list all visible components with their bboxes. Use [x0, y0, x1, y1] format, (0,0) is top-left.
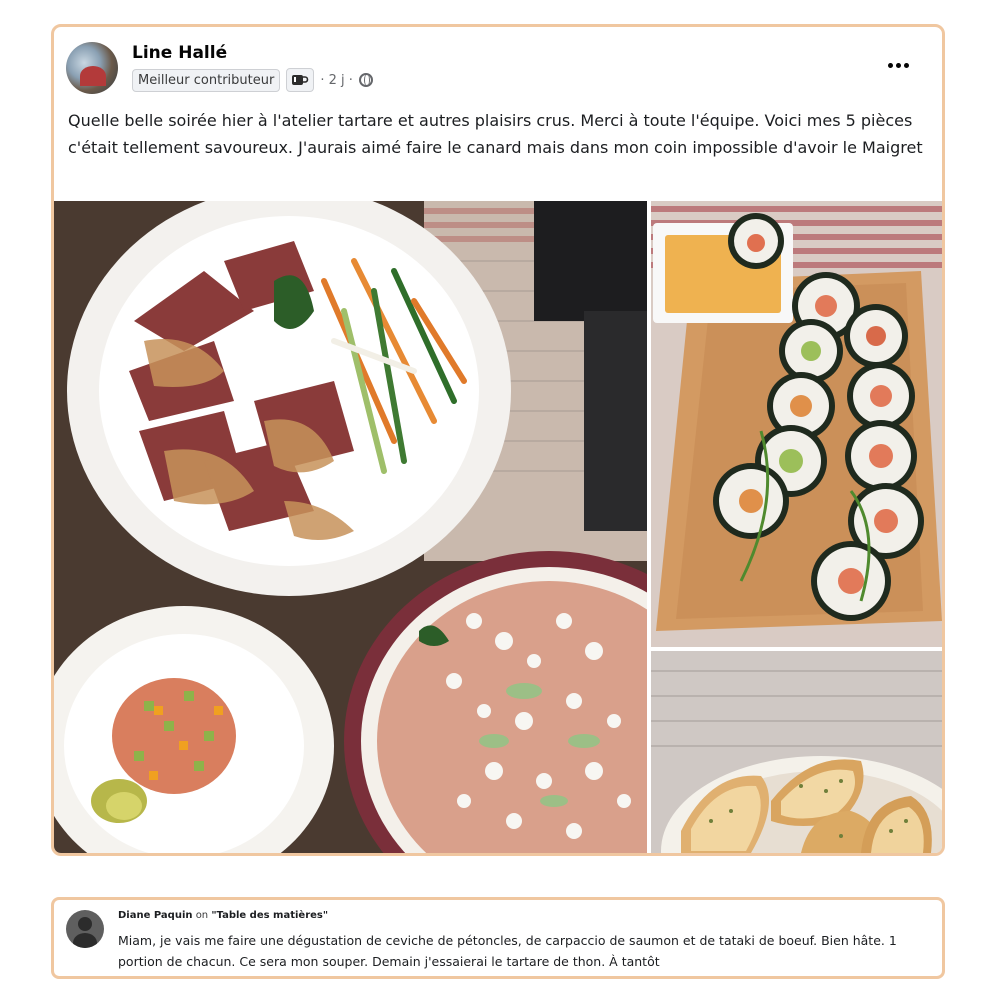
comment-body: Miam, je vais me faire une dégustation d… — [118, 933, 897, 969]
photo-garlic-bread[interactable] — [651, 651, 942, 853]
post-time[interactable]: · 2 j · — [320, 73, 353, 88]
coffee-cup-icon[interactable] — [286, 68, 315, 92]
more-options-icon[interactable] — [884, 53, 912, 77]
comment-author[interactable]: Diane Paquin — [118, 910, 193, 921]
commenter-avatar[interactable] — [66, 910, 104, 948]
photo-sushi-board[interactable] — [651, 201, 942, 647]
post-body: Quelle belle soirée hier à l'atelier tar… — [68, 111, 923, 157]
post-header: Line Hallé Meilleur contributeur · 2 j · — [66, 39, 926, 99]
photo-gallery — [54, 201, 942, 853]
globe-icon[interactable] — [358, 73, 373, 87]
post-meta: Meilleur contributeur · 2 j · — [132, 67, 373, 93]
author-name[interactable]: Line Hallé — [132, 43, 227, 63]
contributor-badge[interactable]: Meilleur contributeur — [132, 68, 281, 92]
comment-topic[interactable]: "Table des matières" — [211, 910, 328, 921]
post-card: Line Hallé Meilleur contributeur · 2 j ·… — [51, 24, 945, 856]
photo-tataki-carpaccio-tartare[interactable] — [54, 201, 647, 853]
comment-card: Diane Paquin on "Table des matières" Mia… — [51, 897, 945, 979]
author-avatar[interactable] — [66, 42, 118, 94]
comment-on-label: on — [195, 910, 209, 921]
comment-header: Diane Paquin on "Table des matières" — [118, 910, 328, 921]
